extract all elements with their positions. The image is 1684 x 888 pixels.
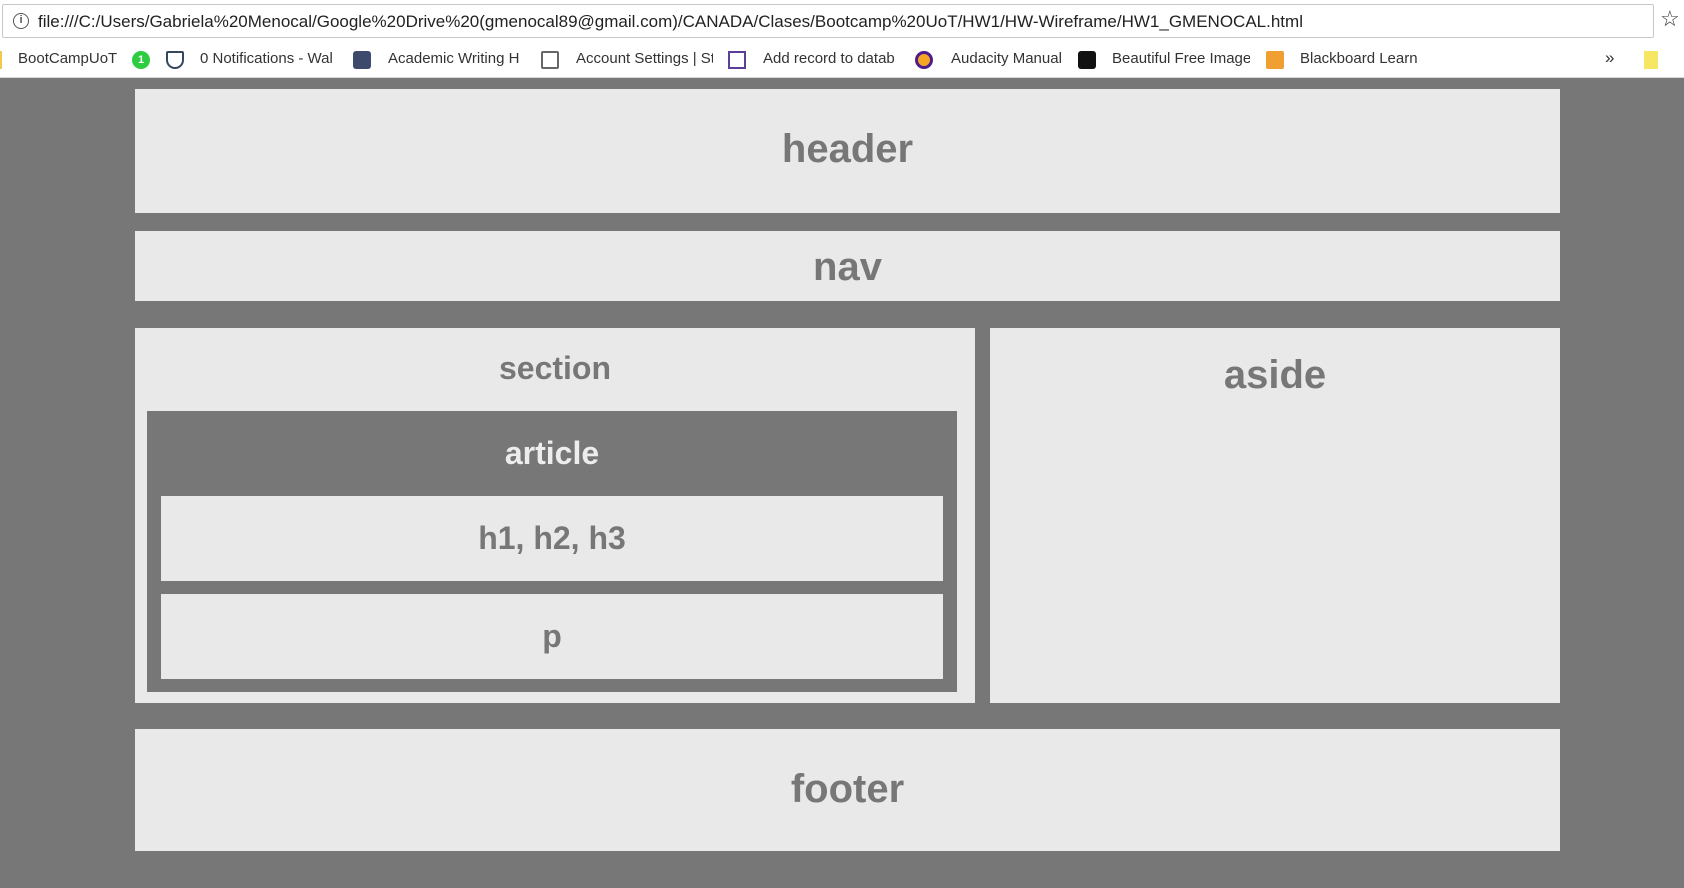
nav-label: nav [813, 245, 882, 289]
bookmark-notifications[interactable]: 0 Notifications - Wal [200, 50, 337, 67]
article-label: article [504, 435, 600, 471]
info-icon[interactable]: i [13, 13, 29, 29]
university-icon [541, 51, 559, 69]
bookmark-blackboard-learn[interactable]: Blackboard Learn [1300, 50, 1430, 67]
bookmark-bootcampuot[interactable]: BootCampUoT [18, 50, 118, 67]
headings-block: h1, h2, h3 [161, 496, 943, 581]
bookmark-add-record[interactable]: Add record to datab [763, 50, 899, 67]
paragraph-label: p [542, 618, 562, 654]
pencil-icon [1266, 51, 1284, 69]
database-icon [728, 51, 746, 69]
aside-block: aside [990, 328, 1560, 703]
address-bar[interactable]: i file:///C:/Users/Gabriela%20Menocal/Go… [2, 4, 1654, 38]
section-block: section article h1, h2, h3 p [135, 328, 975, 703]
bookmark-star-icon[interactable]: ☆ [1660, 8, 1680, 30]
header-block: header [135, 89, 1560, 213]
header-label: header [781, 127, 914, 171]
section-label: section [498, 350, 612, 386]
note-icon [1644, 51, 1658, 69]
footer-label: footer [790, 767, 905, 811]
paragraph-block: p [161, 594, 943, 679]
footer-block: footer [135, 729, 1560, 851]
bookmark-free-images[interactable]: Beautiful Free Image [1112, 50, 1250, 67]
headings-label: h1, h2, h3 [478, 520, 626, 556]
more-bookmarks-chevron-icon[interactable]: » [1605, 48, 1614, 68]
bookmark-academic-writing[interactable]: Academic Writing H [388, 50, 526, 67]
bookmarks-bar: BootCampUoT 1 0 Notifications - Wal Acad… [0, 42, 1684, 78]
aside-label: aside [1223, 353, 1327, 397]
camera-icon [1078, 51, 1096, 69]
article-block: article h1, h2, h3 p [147, 411, 957, 692]
bookmark-account-settings[interactable]: Account Settings | St [576, 50, 713, 67]
shield-icon [166, 51, 184, 69]
badge-icon: 1 [132, 51, 150, 69]
headphones-icon [915, 51, 933, 69]
cloud-icon [353, 51, 371, 69]
bookmark-audacity-manual[interactable]: Audacity Manual [951, 50, 1071, 67]
page-canvas: header nav section article h1, h2, h3 p … [0, 78, 1684, 888]
folder-icon [0, 51, 2, 69]
address-row: i file:///C:/Users/Gabriela%20Menocal/Go… [0, 0, 1684, 42]
url-text[interactable]: file:///C:/Users/Gabriela%20Menocal/Goog… [38, 12, 1303, 32]
nav-block: nav [135, 231, 1560, 301]
